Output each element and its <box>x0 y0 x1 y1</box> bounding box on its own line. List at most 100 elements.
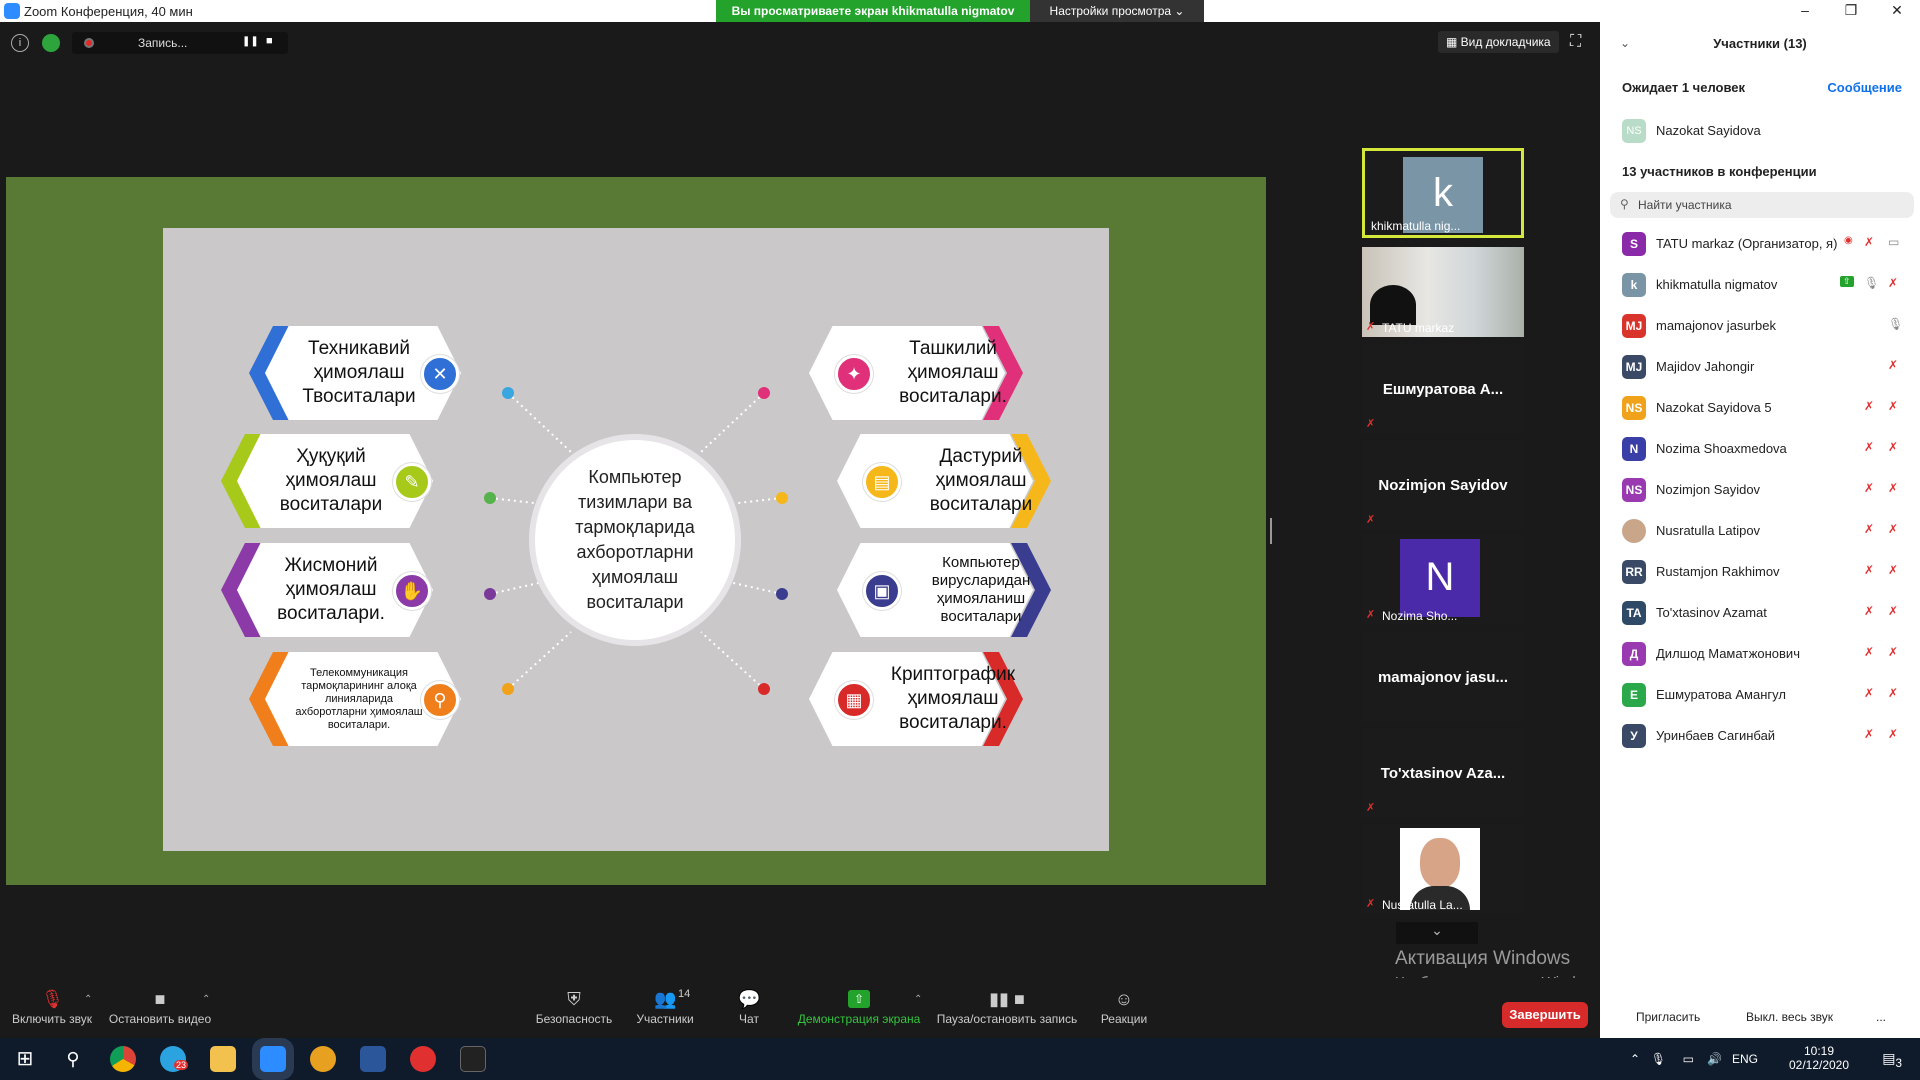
video-thumbnail[interactable]: N ✗ Nozima Sho... <box>1362 535 1524 625</box>
restore-button[interactable]: ❐ <box>1828 0 1874 22</box>
splitter-handle[interactable] <box>1270 518 1272 544</box>
video-off-icon[interactable]: ✗ <box>1888 440 1898 454</box>
reactions-button[interactable]: ☺ Реакции <box>1098 978 1150 1038</box>
mic-muted-icon[interactable]: ✗ <box>1864 481 1874 495</box>
video-off-icon[interactable]: ✗ <box>1888 522 1898 536</box>
participant-row[interactable]: k khikmatulla nigmatov ⇧ 🎙 ✗ <box>1600 268 1920 302</box>
video-thumbnail[interactable]: k khikmatulla nig... <box>1362 148 1524 238</box>
zoom-icon[interactable] <box>260 1046 286 1072</box>
video-off-icon[interactable]: ✗ <box>1888 686 1898 700</box>
participants-button[interactable]: 👥 14 Участники <box>630 978 700 1038</box>
view-options-dropdown[interactable]: Настройки просмотра ⌄ <box>1030 0 1204 22</box>
yandex-icon[interactable] <box>410 1046 436 1072</box>
participant-row[interactable]: MJ mamajonov jasurbek 🎙 <box>1600 309 1920 343</box>
windows-start-icon[interactable]: ⊞ <box>12 1046 38 1072</box>
stop-recording-button[interactable]: ■ <box>266 35 273 47</box>
invite-button[interactable]: Пригласить <box>1636 1010 1700 1024</box>
window-title-bar: Zoom Конференция, 40 мин Вы просматривае… <box>0 0 1920 22</box>
security-button[interactable]: ⛨ Безопасность <box>534 978 614 1038</box>
volume-icon[interactable]: 🔊 <box>1707 1052 1722 1066</box>
notifications-icon[interactable]: ▤3 <box>1882 1050 1902 1070</box>
mic-muted-icon[interactable]: ✗ <box>1864 727 1874 741</box>
mic-muted-icon[interactable]: ✗ <box>1864 440 1874 454</box>
scroll-down-button[interactable]: ⌄ <box>1396 922 1478 944</box>
zoom-app-icon <box>4 3 20 19</box>
share-screen-button[interactable]: ⇧ Демонстрация экрана <box>794 978 924 1038</box>
video-off-icon[interactable]: ✗ <box>1888 563 1898 577</box>
speaker-view-button[interactable]: ▦ Вид докладчика <box>1438 31 1559 53</box>
file-explorer-icon[interactable] <box>210 1046 236 1072</box>
stop-video-button[interactable]: ■ Остановить видео <box>106 978 214 1038</box>
idea-icon: ✎ <box>393 463 431 501</box>
participant-row[interactable]: Д Дилшод Маматжонович ✗ ✗ <box>1600 637 1920 671</box>
video-off-icon[interactable]: ✗ <box>1888 399 1898 413</box>
video-off-icon[interactable]: ✗ <box>1888 276 1898 290</box>
pause-recording-button[interactable]: ❚❚ <box>242 36 259 47</box>
video-thumbnail[interactable]: ✗ TATU markaz <box>1362 247 1524 337</box>
video-off-icon[interactable]: ✗ <box>1888 727 1898 741</box>
mic-muted-icon[interactable]: ✗ <box>1864 604 1874 618</box>
tray-expand-icon[interactable]: ⌃ <box>1630 1052 1640 1066</box>
mic-icon[interactable]: 🎙 <box>1888 317 1903 331</box>
video-off-icon[interactable]: ✗ <box>1888 604 1898 618</box>
clock-time: 10:19 <box>1803 1044 1835 1058</box>
mic-muted-icon[interactable]: ✗ <box>1888 358 1898 372</box>
participant-row[interactable]: TA To'xtasinov Azamat ✗ ✗ <box>1600 596 1920 630</box>
close-button[interactable]: ✕ <box>1874 0 1920 22</box>
network-icon[interactable]: ▭ <box>1683 1052 1694 1066</box>
video-thumbnail[interactable]: ✗ Nusratulla La... <box>1362 824 1524 914</box>
mic-muted-icon[interactable]: ✗ <box>1864 645 1874 659</box>
search-participant-input[interactable]: ⚲ Найти участника <box>1610 192 1914 218</box>
video-camera-icon[interactable]: ▭ <box>1888 235 1899 249</box>
encryption-shield-icon[interactable] <box>42 34 60 52</box>
participant-row[interactable]: NS Nazokat Sayidova 5 ✗ ✗ <box>1600 391 1920 425</box>
end-meeting-button[interactable]: Завершить <box>1502 1002 1588 1028</box>
participant-row[interactable]: У Уринбаев Сагинбай ✗ ✗ <box>1600 719 1920 753</box>
grid-icon: ▦ <box>1446 35 1461 49</box>
participant-row[interactable]: MJ Majidov Jahongir ✗ <box>1600 350 1920 384</box>
word-icon[interactable] <box>360 1046 386 1072</box>
mic-icon[interactable]: 🎙 <box>1864 276 1879 290</box>
fullscreen-icon[interactable]: ⛶ <box>1570 34 1588 52</box>
search-icon[interactable]: ⚲ <box>60 1046 86 1072</box>
video-thumbnail[interactable]: Nozimjon Sayidov ✗ <box>1362 440 1524 530</box>
more-button[interactable]: ... <box>1876 1010 1886 1024</box>
mic-muted-icon[interactable]: ✗ <box>1864 563 1874 577</box>
video-thumbnail[interactable]: mamajonov jasu... <box>1362 632 1524 722</box>
chat-button[interactable]: 💬 Чат <box>726 978 772 1038</box>
telegram-icon[interactable]: 23 <box>160 1046 189 1072</box>
mic-icon[interactable]: 🎙 <box>1651 1052 1666 1066</box>
info-icon[interactable]: i <box>11 34 29 52</box>
unmute-button[interactable]: 🎙 Включить звук <box>8 978 96 1038</box>
audio-options-caret[interactable]: ⌃ <box>84 994 92 1005</box>
mic-muted-icon[interactable]: ✗ <box>1864 522 1874 536</box>
participant-row[interactable]: Nusratulla Latipov ✗ ✗ <box>1600 514 1920 548</box>
message-waiting-link[interactable]: Сообщение <box>1827 80 1902 95</box>
waiting-participant-row[interactable]: NS Nazokat Sayidova <box>1600 114 1920 144</box>
video-off-icon[interactable]: ✗ <box>1888 481 1898 495</box>
mic-muted-icon[interactable]: ✗ <box>1864 235 1874 249</box>
video-off-icon[interactable]: ✗ <box>1888 645 1898 659</box>
clock[interactable]: 10:19 02/12/2020 <box>1774 1044 1864 1072</box>
video-thumbnail[interactable]: Ешмуратова А... ✗ <box>1362 344 1524 434</box>
share-options-caret[interactable]: ⌃ <box>914 994 922 1005</box>
chrome-icon[interactable] <box>110 1046 136 1072</box>
language-indicator[interactable]: ENG <box>1732 1052 1758 1066</box>
video-thumbnail[interactable]: To'xtasinov Aza... ✗ <box>1362 728 1524 818</box>
mute-all-button[interactable]: Выкл. весь звук <box>1746 1010 1833 1024</box>
minimize-button[interactable]: – <box>1782 0 1828 22</box>
mic-muted-icon[interactable]: ✗ <box>1864 686 1874 700</box>
avatar: N <box>1400 539 1480 617</box>
video-options-caret[interactable]: ⌃ <box>202 994 210 1005</box>
mic-muted-icon[interactable]: ✗ <box>1864 399 1874 413</box>
pause-stop-recording-button[interactable]: ▮▮ ■ Пауза/остановить запись <box>934 978 1080 1038</box>
participant-row[interactable]: N Nozima Shoaxmedova ✗ ✗ <box>1600 432 1920 466</box>
autocad-icon[interactable] <box>310 1046 336 1072</box>
window-title: Zoom Конференция, 40 мин <box>24 4 193 19</box>
card-telecom: Телекоммуникация тармоқларининг алоқа ли… <box>249 652 479 746</box>
participant-row[interactable]: Е Ешмуратова Амангул ✗ ✗ <box>1600 678 1920 712</box>
participant-row[interactable]: S TATU markaz (Организатор, я) ◉ ✗ ▭ <box>1600 227 1920 261</box>
participant-row[interactable]: RR Rustamjon Rakhimov ✗ ✗ <box>1600 555 1920 589</box>
participant-row[interactable]: NS Nozimjon Sayidov ✗ ✗ <box>1600 473 1920 507</box>
terminal-icon[interactable] <box>460 1046 486 1072</box>
